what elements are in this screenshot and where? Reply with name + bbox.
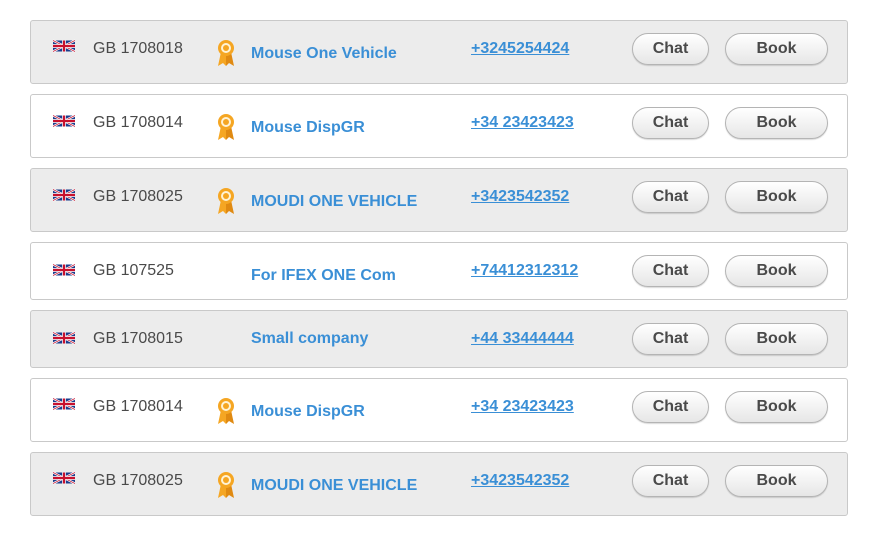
carrier-row: GB 1708015 Small company +44 33444444 Ch… (30, 310, 848, 368)
carrier-row: GB 1708025 MOUDI ONE VEHICLE +3423542352… (30, 168, 848, 232)
chat-button[interactable]: Chat (632, 323, 709, 355)
phone-link[interactable]: +3423542352 (471, 472, 569, 490)
award-medal-icon (216, 397, 236, 425)
uk-flag-icon (53, 471, 75, 485)
company-name-link[interactable]: Mouse DispGR (251, 119, 365, 137)
book-button[interactable]: Book (725, 323, 828, 355)
carrier-row: GB 1708014 Mouse DispGR +34 23423423 Cha… (30, 94, 848, 158)
book-button[interactable]: Book (725, 465, 828, 497)
carrier-code: GB 107525 (93, 262, 174, 279)
chat-button[interactable]: Chat (632, 465, 709, 497)
phone-link[interactable]: +34 23423423 (471, 114, 574, 132)
uk-flag-icon (53, 397, 75, 411)
carrier-code: GB 1708014 (93, 398, 183, 415)
company-name-link[interactable]: Mouse DispGR (251, 403, 365, 421)
award-medal-icon (216, 471, 236, 499)
carrier-row: GB 1708025 MOUDI ONE VEHICLE +3423542352… (30, 452, 848, 516)
chat-button[interactable]: Chat (632, 255, 709, 287)
phone-link[interactable]: +3245254424 (471, 40, 569, 58)
book-button[interactable]: Book (725, 181, 828, 213)
uk-flag-icon (53, 188, 75, 202)
phone-link[interactable]: +44 33444444 (471, 330, 574, 348)
chat-button[interactable]: Chat (632, 33, 709, 65)
uk-flag-icon (53, 263, 75, 277)
chat-button[interactable]: Chat (632, 391, 709, 423)
phone-link[interactable]: +34 23423423 (471, 398, 574, 416)
chat-button[interactable]: Chat (632, 107, 709, 139)
book-button[interactable]: Book (725, 33, 828, 65)
phone-link[interactable]: +3423542352 (471, 188, 569, 206)
company-name-link[interactable]: For IFEX ONE Com (251, 267, 396, 285)
carrier-list: GB 1708018 Mouse One Vehicle +3245254424… (30, 20, 850, 516)
carrier-code: GB 1708018 (93, 40, 183, 57)
award-medal-icon (216, 39, 236, 67)
chat-button[interactable]: Chat (632, 181, 709, 213)
carrier-code: GB 1708025 (93, 472, 183, 489)
company-name-link[interactable]: MOUDI ONE VEHICLE (251, 477, 417, 495)
book-button[interactable]: Book (725, 391, 828, 423)
award-medal-icon (216, 113, 236, 141)
carrier-row: GB 107525 For IFEX ONE Com +74412312312 … (30, 242, 848, 300)
company-name-link[interactable]: MOUDI ONE VEHICLE (251, 193, 417, 211)
company-name-link[interactable]: Small company (251, 330, 368, 348)
book-button[interactable]: Book (725, 107, 828, 139)
uk-flag-icon (53, 331, 75, 345)
carrier-row: GB 1708014 Mouse DispGR +34 23423423 Cha… (30, 378, 848, 442)
book-button[interactable]: Book (725, 255, 828, 287)
carrier-code: GB 1708025 (93, 188, 183, 205)
carrier-code: GB 1708015 (93, 330, 183, 347)
company-name-link[interactable]: Mouse One Vehicle (251, 45, 397, 63)
carrier-code: GB 1708014 (93, 114, 183, 131)
carrier-row: GB 1708018 Mouse One Vehicle +3245254424… (30, 20, 848, 84)
phone-link[interactable]: +74412312312 (471, 262, 578, 280)
uk-flag-icon (53, 39, 75, 53)
uk-flag-icon (53, 114, 75, 128)
award-medal-icon (216, 187, 236, 215)
